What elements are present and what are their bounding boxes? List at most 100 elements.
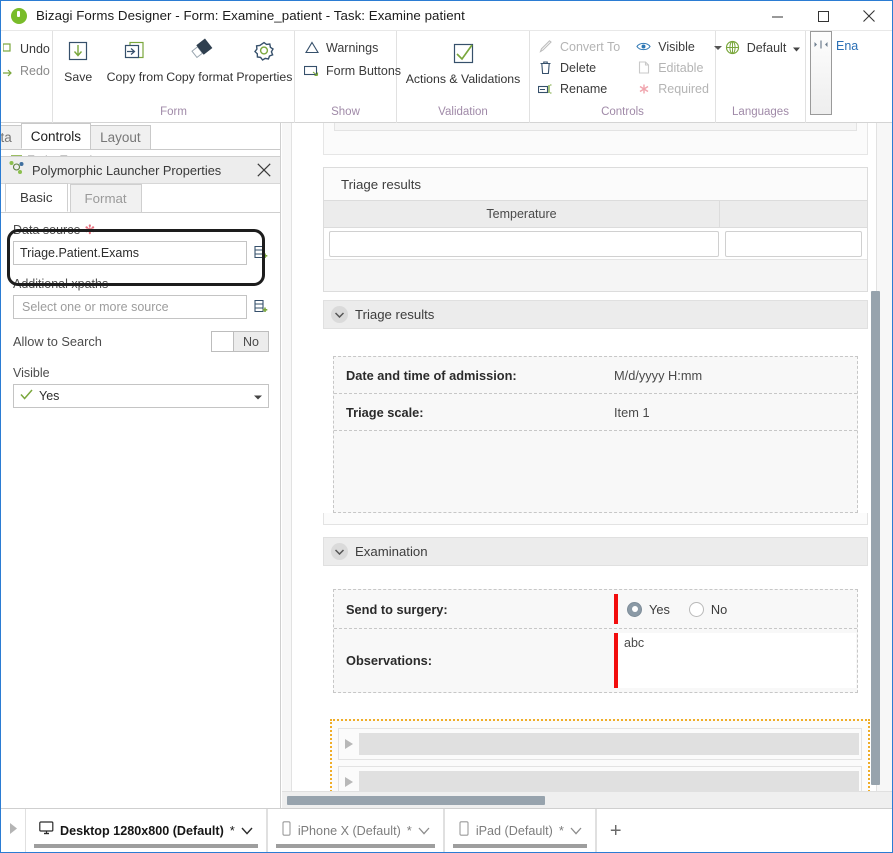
delete-label: Delete	[560, 60, 597, 75]
delete-button[interactable]: Delete	[538, 60, 620, 75]
section-header-triage-results[interactable]: Triage results	[323, 300, 868, 329]
chevron-down-icon[interactable]	[241, 822, 253, 840]
triangle-right-icon[interactable]	[345, 739, 353, 749]
device-tab-iphone-x-modified: *	[406, 823, 412, 838]
rename-button[interactable]: Rename	[538, 81, 620, 96]
collapsed-row-1[interactable]	[338, 728, 862, 760]
required-asterisk-icon: ✻	[84, 222, 96, 237]
chevron-down-icon[interactable]	[570, 822, 582, 840]
cell-blank	[722, 230, 865, 257]
tab-layout-label: Layout	[100, 130, 141, 145]
splitter-handle-icon	[814, 36, 828, 54]
warnings-button[interactable]: Warnings	[304, 40, 378, 55]
radio-no-label: No	[710, 601, 728, 617]
device-tab-iphone-x[interactable]: iPhone X (Default) *	[266, 809, 444, 852]
ribbon-group-show: Warnings Form Buttons Show	[295, 31, 401, 123]
close-button[interactable]	[846, 1, 892, 31]
actions-validations-button[interactable]: Actions & Validations	[398, 37, 528, 86]
device-tab-ipad-label: iPad (Default)	[475, 823, 553, 838]
tab-data[interactable]: ata	[1, 125, 22, 149]
editable-button[interactable]: Editable	[636, 60, 722, 75]
copy-format-button[interactable]: Copy format	[166, 35, 233, 84]
selected-collapsed-group[interactable]	[330, 719, 870, 799]
device-tab-desktop[interactable]: Desktop 1280x800 (Default) *	[25, 809, 267, 852]
globe-icon	[725, 40, 740, 55]
ribbon-toolbar: Undo Redo Save Copy from Copy format Pro…	[1, 31, 892, 123]
database-add-icon[interactable]	[253, 298, 269, 316]
tab-basic[interactable]: Basic	[5, 183, 68, 212]
additional-xpaths-input[interactable]: Select one or more source	[13, 295, 247, 319]
close-icon[interactable]	[257, 163, 271, 177]
add-device-button[interactable]: +	[595, 809, 635, 852]
left-panel-tabs: ata Controls Layout	[1, 123, 280, 150]
temperature-input[interactable]	[329, 230, 719, 257]
device-tab-ipad[interactable]: iPad (Default) *	[443, 809, 596, 852]
ribbon-group-form: Save Copy from Copy format Properties Fo…	[53, 31, 295, 123]
tab-layout[interactable]: Layout	[90, 125, 151, 149]
form-buttons-icon	[304, 63, 319, 78]
triangle-right-icon[interactable]	[345, 777, 353, 787]
canvas-horizontal-scrollbar-track[interactable]	[282, 791, 892, 808]
tab-basic-label: Basic	[20, 190, 53, 205]
field-row-send-to-surgery: Send to surgery: Yes No	[334, 590, 857, 629]
value-triage-scale[interactable]: Item 1	[614, 405, 650, 420]
form-buttons-label: Form Buttons	[326, 63, 402, 78]
cell-temperature	[326, 230, 722, 257]
properties-button[interactable]: Properties	[235, 35, 294, 84]
checkmark-box-icon	[448, 39, 478, 69]
chevron-down-icon[interactable]	[254, 389, 262, 403]
tab-format-label: Format	[84, 191, 127, 206]
minimize-button[interactable]	[754, 1, 800, 31]
ribbon-group-show-label: Show	[331, 106, 360, 118]
eye-icon	[636, 39, 651, 54]
triage-results-grid-panel: Triage results Temperature	[323, 167, 868, 292]
properties-panel-header: Polymorphic Launcher Properties	[1, 157, 280, 184]
ribbon-splitter-handle[interactable]	[810, 31, 832, 115]
convert-to-icon	[538, 39, 553, 54]
partial-panel-above	[323, 123, 868, 155]
asterisk-icon	[636, 81, 651, 96]
tab-format[interactable]: Format	[69, 184, 142, 212]
device-tab-desktop-modified: *	[229, 823, 235, 838]
visible-select[interactable]: Yes	[13, 384, 269, 408]
window-title: Bizagi Forms Designer - Form: Examine_pa…	[36, 8, 465, 23]
radio-yes[interactable]	[627, 601, 642, 617]
data-source-input[interactable]: Triage.Patient.Exams	[13, 241, 247, 265]
required-label: Required	[658, 81, 709, 96]
default-language-label: Default	[746, 40, 787, 55]
canvas-horizontal-scrollbar-thumb[interactable]	[287, 796, 545, 805]
chevron-down-icon[interactable]	[331, 543, 348, 560]
required-button[interactable]: Required	[636, 81, 722, 96]
allow-to-search-toggle[interactable]: No	[211, 331, 269, 352]
save-button[interactable]: Save	[53, 35, 103, 84]
radio-no[interactable]	[688, 601, 704, 617]
value-date-admission[interactable]: M/d/yyyy H:mm	[614, 368, 702, 383]
actions-validations-label: Actions & Validations	[405, 72, 521, 86]
undo-button[interactable]: Undo	[1, 38, 50, 60]
blank-column-input[interactable]	[725, 230, 862, 257]
controls-column-2: Visible Editable Required	[636, 39, 722, 96]
save-icon	[64, 37, 92, 67]
triage-grid-header-row: Temperature	[324, 200, 867, 228]
convert-to-button[interactable]: Convert To	[538, 39, 620, 54]
triage-grid-footer	[324, 259, 867, 291]
database-add-icon[interactable]	[253, 244, 269, 262]
visible-button[interactable]: Visible	[636, 39, 722, 54]
default-language-button[interactable]: Default	[721, 40, 801, 55]
maximize-button[interactable]	[800, 1, 846, 31]
canvas-vertical-scrollbar[interactable]	[871, 291, 880, 785]
redo-button[interactable]: Redo	[1, 60, 50, 82]
device-bar-expand-button[interactable]	[1, 809, 25, 852]
truncated-command-label[interactable]: Ena	[836, 39, 858, 53]
chevron-down-icon[interactable]	[331, 306, 348, 323]
copy-from-button[interactable]: Copy from	[105, 35, 164, 84]
ribbon-group-form-label: Form	[160, 106, 187, 118]
tab-controls[interactable]: Controls	[20, 123, 92, 149]
section-header-examination[interactable]: Examination	[323, 537, 868, 566]
chevron-down-icon[interactable]	[793, 41, 801, 55]
desktop-icon	[39, 821, 54, 840]
chevron-down-icon[interactable]	[418, 822, 430, 840]
form-buttons-button[interactable]: Form Buttons	[304, 63, 401, 78]
copy-from-icon	[120, 37, 150, 67]
observations-textarea[interactable]: abc	[618, 633, 856, 688]
